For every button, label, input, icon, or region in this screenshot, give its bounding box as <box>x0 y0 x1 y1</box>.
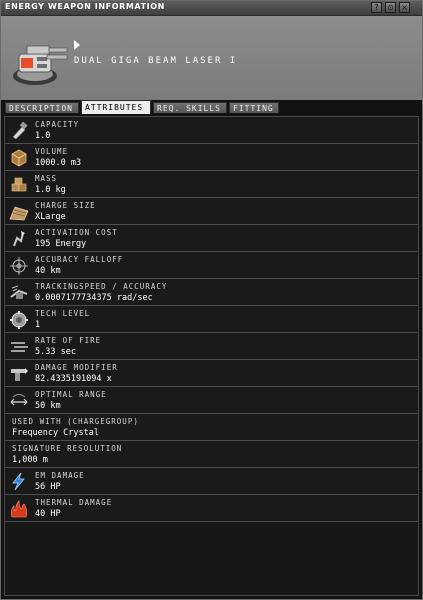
attribute-row-damage-modifier: DAMAGE MODIFIER 82.4335191094 x <box>5 360 418 387</box>
attribute-label: DAMAGE MODIFIER <box>35 363 118 372</box>
attribute-label: CAPACITY <box>35 120 80 129</box>
attribute-value: 1000.0 m3 <box>35 158 82 168</box>
capacity-icon <box>12 121 28 140</box>
em-damage-icon <box>12 472 25 491</box>
attribute-label: THERMAL DAMAGE <box>35 498 113 507</box>
attribute-label: ACCURACY FALLOFF <box>35 255 124 264</box>
tracking-speed-icon <box>10 285 28 299</box>
attribute-row-accuracy-falloff: ACCURACY FALLOFF 40 km <box>5 252 418 279</box>
item-name: DUAL GIGA BEAM LASER I <box>74 56 238 66</box>
rate-of-fire-icon <box>11 342 28 352</box>
attribute-label: RATE OF FIRE <box>35 336 102 345</box>
attribute-value: 40 km <box>35 266 61 276</box>
damage-modifier-icon <box>11 368 28 381</box>
attribute-label: EM DAMAGE <box>35 471 85 480</box>
activation-cost-icon <box>13 231 25 247</box>
volume-icon <box>11 149 27 167</box>
tab-req-skills[interactable]: REQ. SKILLS <box>153 102 227 113</box>
attribute-label: USED WITH (CHARGEGROUP) <box>12 417 139 426</box>
attribute-value: Frequency Crystal <box>12 428 99 438</box>
tab-description[interactable]: DESCRIPTION <box>5 102 79 113</box>
attribute-row-tech-level: TECH LEVEL 1 <box>5 306 418 333</box>
attribute-label: TRACKINGSPEED / ACCURACY <box>35 282 168 291</box>
attribute-label: MASS <box>35 174 58 183</box>
optimal-range-icon <box>10 394 28 406</box>
tech-level-icon <box>10 311 28 329</box>
attribute-row-mass: MASS 1.0 kg <box>5 171 418 198</box>
tab-bar: DESCRIPTION ATTRIBUTES REQ. SKILLS FITTI… <box>5 100 419 114</box>
attribute-value: 82.4335191094 x <box>35 374 112 384</box>
attribute-row-tracking-speed: TRACKINGSPEED / ACCURACY 0.0007177734375… <box>5 279 418 306</box>
window-title: ENERGY WEAPON INFORMATION <box>5 2 165 11</box>
attribute-value: 1.0 kg <box>35 185 66 195</box>
attribute-value: 0.0007177734375 rad/sec <box>35 293 153 303</box>
attribute-label: OPTIMAL RANGE <box>35 390 107 399</box>
tab-fitting[interactable]: FITTING <box>229 102 279 113</box>
attribute-value: 40 HP <box>35 509 61 519</box>
show-info-arrow-icon[interactable] <box>74 40 80 50</box>
attribute-value: 56 HP <box>35 482 61 492</box>
thermal-damage-icon <box>11 500 27 518</box>
item-header: DUAL GIGA BEAM LASER I <box>1 16 422 100</box>
attribute-row-used-with: USED WITH (CHARGEGROUP) Frequency Crysta… <box>5 414 418 441</box>
attribute-value: 50 km <box>35 401 61 411</box>
attribute-label: TECH LEVEL <box>35 309 91 318</box>
attribute-row-charge-size: CHARGE SIZE XLarge <box>5 198 418 225</box>
attribute-list[interactable]: CAPACITY 1.0 VOLUME 1000.0 m3 MASS 1.0 k… <box>4 116 419 596</box>
attribute-label: ACTIVATION COST <box>35 228 118 237</box>
attribute-row-capacity: CAPACITY 1.0 <box>5 117 418 144</box>
minimize-button[interactable]: ⊙ <box>385 2 396 13</box>
attribute-label: SIGNATURE RESOLUTION <box>12 444 123 453</box>
attribute-row-rate-of-fire: RATE OF FIRE 5.33 sec <box>5 333 418 360</box>
attribute-row-activation-cost: ACTIVATION COST 195 Energy <box>5 225 418 252</box>
attribute-value: XLarge <box>35 212 66 222</box>
attribute-label: VOLUME <box>35 147 69 156</box>
dual-laser-turret-icon <box>13 45 68 85</box>
attribute-row-volume: VOLUME 1000.0 m3 <box>5 144 418 171</box>
attribute-value: 1,000 m <box>12 455 48 465</box>
help-button[interactable]: ? <box>371 2 382 13</box>
attribute-value: 195 Energy <box>35 239 87 249</box>
tab-attributes[interactable]: ATTRIBUTES <box>81 100 151 114</box>
accuracy-falloff-icon <box>10 257 28 275</box>
attribute-row-optimal-range: OPTIMAL RANGE 50 km <box>5 387 418 414</box>
attribute-value: 1 <box>35 320 41 330</box>
charge-size-icon <box>9 206 29 221</box>
info-window: ENERGY WEAPON INFORMATION ? ⊙ × DUAL GIG… <box>0 0 423 600</box>
attribute-label: CHARGE SIZE <box>35 201 96 210</box>
attribute-row-em-damage: EM DAMAGE 56 HP <box>5 468 418 495</box>
attribute-value: 5.33 sec <box>35 347 76 357</box>
close-button[interactable]: × <box>399 2 410 13</box>
mass-icon <box>11 177 27 192</box>
attribute-row-thermal-damage: THERMAL DAMAGE 40 HP <box>5 495 418 522</box>
title-bar[interactable]: ENERGY WEAPON INFORMATION ? ⊙ × <box>1 1 422 16</box>
attribute-value: 1.0 <box>35 131 51 141</box>
attribute-row-signature-resolution: SIGNATURE RESOLUTION 1,000 m <box>5 441 418 468</box>
